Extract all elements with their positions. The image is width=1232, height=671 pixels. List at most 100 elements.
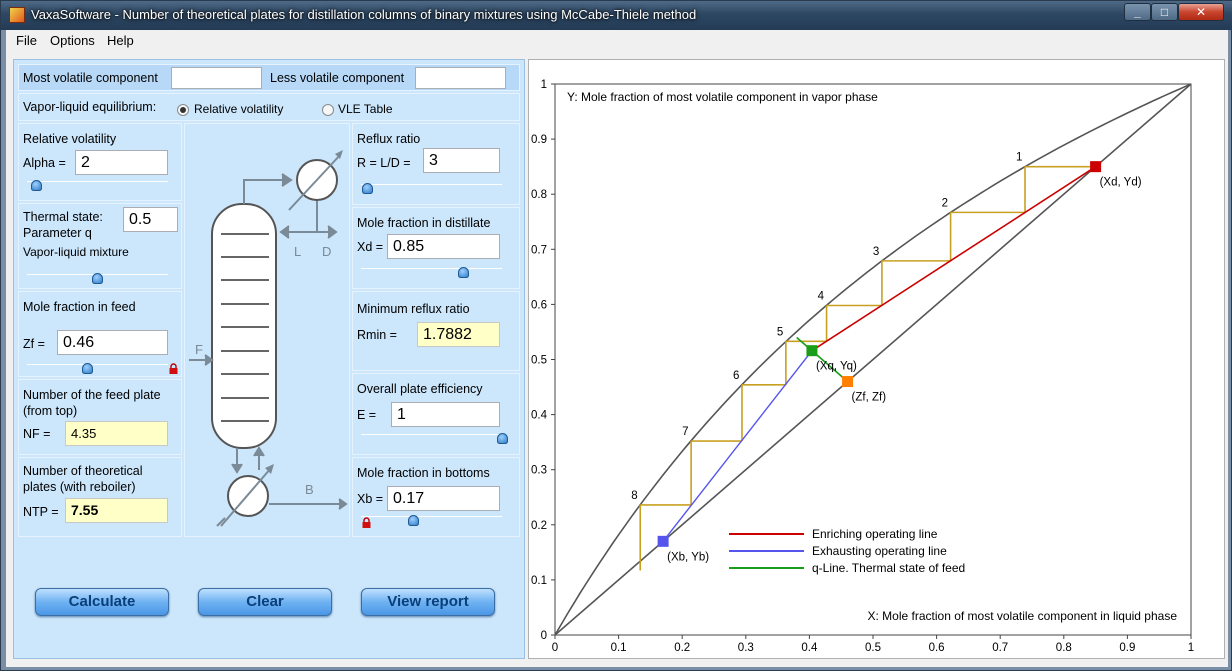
ntp-title: Number of theoretical [23, 464, 143, 478]
zf-slider-thumb[interactable] [82, 363, 93, 374]
x-tick-label: 0.7 [992, 642, 1008, 654]
maximize-button[interactable]: □ [1151, 3, 1178, 21]
clear-button[interactable]: Clear [198, 588, 332, 616]
distillate-title: Mole fraction in distillate [357, 216, 491, 230]
feed-fraction-section: Mole fraction in feed Zf = 0.46 [18, 291, 182, 377]
reflux-ratio-input[interactable]: 3 [423, 148, 500, 173]
chart-svg: 0 0.1 0.2 0.3 0.4 0.5 0.6 0.7 0.8 0.9 1 0 0.1 0.2 0.3 0… [531, 79, 1194, 654]
q-slider-thumb[interactable] [92, 273, 103, 284]
ntp-label: NTP = [23, 505, 59, 519]
rmin-label: Rmin = [357, 328, 397, 342]
nf-label: NF = [23, 427, 51, 441]
reflux-slider-track[interactable] [361, 184, 502, 185]
minimize-icon: _ [1134, 5, 1141, 19]
most-volatile-label: Most volatile component [23, 71, 158, 85]
alpha-slider-thumb[interactable] [31, 180, 42, 191]
y-tick-label: 0.1 [531, 575, 547, 587]
x-tick-label: 0.6 [929, 642, 945, 654]
minimize-button[interactable]: _ [1124, 3, 1151, 21]
menu-options[interactable]: Options [50, 33, 95, 48]
y-tick-label: 0.5 [531, 355, 547, 367]
step-number: 5 [777, 326, 783, 338]
lock-icon[interactable] [361, 517, 372, 528]
close-button[interactable]: ✕ [1178, 3, 1224, 21]
title-bar[interactable]: VaxaSoftware - Number of theoretical pla… [1, 1, 1232, 30]
feed-fraction-title: Mole fraction in feed [23, 300, 136, 314]
step-number: 8 [631, 490, 637, 502]
point-marker [657, 535, 669, 547]
x-tick-label: 1 [1188, 642, 1194, 654]
thermal-state-text: Vapor-liquid mixture [23, 245, 129, 259]
zf-input[interactable]: 0.46 [57, 330, 168, 355]
y-tick-label: 0 [541, 630, 547, 642]
components-row: Most volatile component Less volatile co… [18, 64, 520, 91]
xb-slider-thumb[interactable] [408, 515, 419, 526]
relative-volatility-section: Relative volatility Alpha = 2 [18, 123, 182, 201]
mccabe-thiele-chart: 0 0.1 0.2 0.3 0.4 0.5 0.6 0.7 0.8 0.9 1 0 0.1 0.2 0.3 0… [528, 59, 1225, 659]
menu-file[interactable]: File [16, 33, 37, 48]
enriching-line [811, 165, 1097, 352]
xb-input[interactable]: 0.17 [387, 486, 500, 511]
most-volatile-input[interactable] [171, 67, 262, 89]
distillation-column-icon [189, 150, 348, 527]
xd-input[interactable]: 0.85 [387, 234, 500, 259]
point-label: (Xq, Yq) [816, 361, 857, 373]
parameter-q-label: Parameter q [23, 226, 92, 240]
client-area: Most volatile component Less volatile co… [6, 51, 1228, 667]
min-reflux-title: Minimum reflux ratio [357, 302, 470, 316]
lock-icon[interactable] [168, 363, 179, 374]
radio-relative-volatility-label: Relative volatility [194, 102, 284, 116]
step-number: 7 [682, 426, 688, 438]
efficiency-title: Overall plate efficiency [357, 382, 483, 396]
step-number: 6 [733, 370, 739, 382]
xd-label: Xd = [357, 240, 384, 254]
step-number: 2 [942, 197, 948, 209]
view-report-button[interactable]: View report [361, 588, 495, 616]
point-marker [1090, 161, 1102, 173]
y-tick-label: 0.2 [531, 520, 547, 532]
efficiency-slider-track[interactable] [361, 434, 502, 435]
zf-label: Zf = [23, 337, 45, 351]
y-tick-label: 0.9 [531, 134, 547, 146]
less-volatile-input[interactable] [415, 67, 506, 89]
app-window: VaxaSoftware - Number of theoretical pla… [0, 0, 1232, 671]
menu-help[interactable]: Help [107, 33, 134, 48]
thermal-state-section: Thermal state: Parameter q 0.5 Vapor-liq… [18, 203, 182, 289]
y-axis-label: Y: Mole fraction of most volatile compon… [567, 90, 878, 104]
point-marker [806, 345, 818, 357]
min-reflux-section: Minimum reflux ratio Rmin = 1.7882 [352, 291, 520, 371]
reflux-slider-thumb[interactable] [362, 183, 373, 194]
y-tick-label: 1 [541, 79, 547, 91]
bottoms-title: Mole fraction in bottoms [357, 466, 490, 480]
efficiency-section: Overall plate efficiency E = 1 [352, 373, 520, 455]
reflux-ratio-label: R = L/D = [357, 156, 411, 170]
input-panel: Most volatile component Less volatile co… [13, 59, 525, 659]
app-icon [9, 7, 25, 23]
ntp-subtitle: plates (with reboiler) [23, 480, 136, 494]
reflux-ratio-section: Reflux ratio R = L/D = 3 [352, 123, 520, 205]
thermal-state-title: Thermal state: [23, 210, 103, 224]
nf-output: 4.35 [65, 421, 168, 446]
point-label: (Zf, Zf) [852, 392, 887, 404]
radio-vle-table[interactable] [322, 104, 334, 116]
calculate-button[interactable]: Calculate [35, 588, 169, 616]
menu-bar: File Options Help [6, 30, 1228, 51]
alpha-input[interactable]: 2 [75, 150, 168, 175]
xd-slider-thumb[interactable] [458, 267, 469, 278]
efficiency-input[interactable]: 1 [391, 402, 500, 427]
point-label: (Xb, Yb) [667, 551, 709, 563]
xb-slider-track[interactable] [361, 516, 502, 517]
legend-label: Enriching operating line [812, 527, 938, 541]
radio-relative-volatility[interactable] [177, 104, 189, 116]
q-input[interactable]: 0.5 [123, 207, 178, 232]
x-tick-label: 0 [552, 642, 558, 654]
distillate-stream-label: D [322, 244, 332, 259]
xd-slider-track[interactable] [361, 268, 502, 269]
efficiency-slider-thumb[interactable] [497, 433, 508, 444]
feed-stream-label: F [195, 342, 203, 357]
alpha-slider-track[interactable] [27, 181, 168, 182]
alpha-label: Alpha = [23, 156, 66, 170]
y-tick-label: 0.3 [531, 465, 547, 477]
reflux-ratio-title: Reflux ratio [357, 132, 421, 146]
zf-slider-track[interactable] [27, 364, 168, 365]
